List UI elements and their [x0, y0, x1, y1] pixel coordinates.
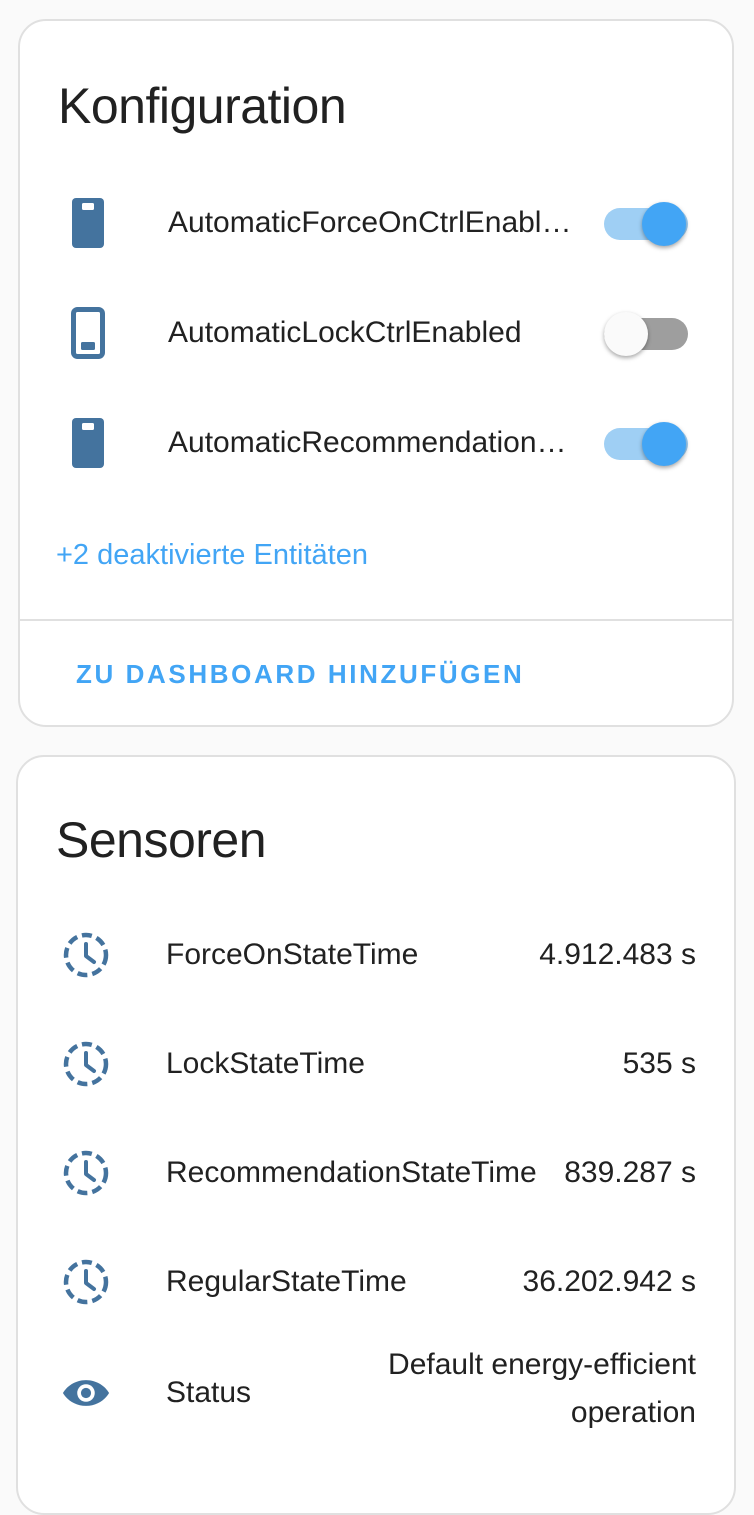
- sensors-card: Sensoren ForceOnStateTime 4.912.483 s Lo…: [16, 755, 736, 1515]
- clock-dashed-icon: [62, 1149, 110, 1197]
- toggle-thumb[interactable]: [642, 202, 686, 246]
- tablet-on-icon: [64, 198, 112, 248]
- entity-name: RegularStateTime: [166, 1265, 407, 1298]
- config-card-title: Konfiguration: [58, 78, 347, 134]
- tablet-off-icon: [64, 307, 112, 359]
- entity-name: RecommendationStateTime: [166, 1156, 537, 1189]
- add-to-dashboard-button[interactable]: ZU DASHBOARD HINZUFÜGEN: [60, 649, 540, 699]
- entity-value: 535 s: [622, 1047, 696, 1080]
- entity-name: AutomaticForceOnCtrlEnabled: [168, 206, 572, 239]
- clock-dashed-icon: [62, 931, 110, 979]
- config-card: Konfiguration AutomaticForceOnCtrlEnable…: [18, 19, 734, 727]
- sensors-card-title: Sensoren: [56, 812, 267, 868]
- entity-name: LockStateTime: [166, 1047, 365, 1080]
- entity-name: AutomaticRecommendationCtrlEnabled: [168, 426, 572, 459]
- force-on-ctrl-toggle[interactable]: [604, 202, 688, 246]
- recommendation-ctrl-toggle[interactable]: [604, 422, 688, 466]
- config-row-force-on[interactable]: AutomaticForceOnCtrlEnabled: [20, 183, 732, 263]
- toggle-thumb[interactable]: [642, 422, 686, 466]
- entity-value: Default energy-efficient operation: [388, 1348, 696, 1429]
- entity-name: ForceOnStateTime: [166, 938, 419, 971]
- entity-value: 839.287 s: [564, 1156, 696, 1189]
- sensor-row-lock-time[interactable]: LockStateTime 535 s: [18, 1024, 734, 1104]
- clock-dashed-icon: [62, 1258, 110, 1306]
- tablet-on-icon: [64, 418, 112, 468]
- entity-value: 4.912.483 s: [539, 938, 696, 971]
- lock-ctrl-toggle[interactable]: [604, 312, 688, 356]
- entity-value: 36.202.942 s: [522, 1265, 696, 1298]
- clock-dashed-icon: [62, 1040, 110, 1088]
- sensor-row-recommendation-time[interactable]: RecommendationStateTime 839.287 s: [18, 1133, 734, 1213]
- disabled-entities-link[interactable]: +2 deaktivierte Entitäten: [56, 539, 368, 572]
- eye-icon: [62, 1369, 110, 1417]
- toggle-thumb[interactable]: [604, 312, 648, 356]
- card-divider: [20, 619, 732, 621]
- sensor-row-status[interactable]: Status Default energy-efficient operatio…: [18, 1348, 734, 1433]
- sensor-row-force-on-time[interactable]: ForceOnStateTime 4.912.483 s: [18, 915, 734, 995]
- config-row-lock[interactable]: AutomaticLockCtrlEnabled: [20, 293, 732, 373]
- config-row-recommendation[interactable]: AutomaticRecommendationCtrlEnabled: [20, 403, 732, 483]
- entity-name: AutomaticLockCtrlEnabled: [168, 316, 522, 349]
- sensor-row-regular-time[interactable]: RegularStateTime 36.202.942 s: [18, 1242, 734, 1322]
